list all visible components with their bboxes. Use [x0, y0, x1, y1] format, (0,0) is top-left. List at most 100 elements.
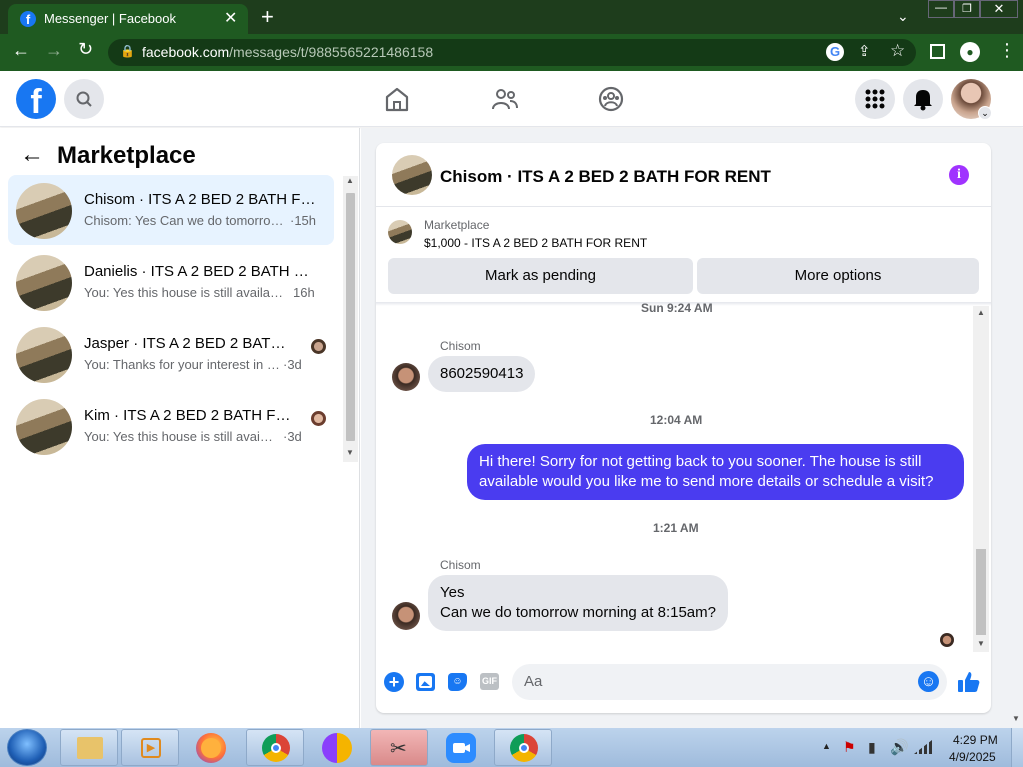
- scroll-up-arrow-icon[interactable]: ▲: [977, 308, 985, 317]
- home-nav-button[interactable]: [380, 83, 414, 115]
- sidebar-scrollbar[interactable]: ▲ ▼: [343, 176, 358, 462]
- taskbar-chrome-1[interactable]: [246, 729, 304, 766]
- taskbar-vpn[interactable]: [322, 733, 352, 763]
- chat-header-title[interactable]: Chisom · ITS A 2 BED 2 BATH FOR RENT: [440, 167, 771, 187]
- windows-taskbar: ▶ ✂ ▲ ⚑ ▮ 🔊 4:29 PM 4/9/2025: [0, 728, 1023, 767]
- conversation-item[interactable]: Danielis · ITS A 2 BED 2 BATH FOR RENT Y…: [8, 247, 334, 317]
- gif-icon[interactable]: GIF: [480, 673, 499, 690]
- friends-icon: [492, 89, 518, 110]
- add-attachment-button[interactable]: +: [384, 672, 404, 692]
- sender-avatar[interactable]: [392, 363, 420, 391]
- browser-tab[interactable]: f Messenger | Facebook ✕: [8, 4, 248, 34]
- taskbar-firefox[interactable]: [196, 733, 226, 763]
- conversation-time: ·15h: [290, 213, 317, 228]
- url-path: /messages/t/9885565221486158: [229, 44, 434, 60]
- power-icon[interactable]: ▮: [868, 739, 876, 756]
- sticker-icon[interactable]: ☺: [448, 673, 467, 691]
- chat-header-thumbnail[interactable]: [392, 155, 432, 195]
- volume-icon[interactable]: 🔊: [890, 738, 909, 756]
- search-button[interactable]: [64, 79, 104, 119]
- taskbar-snipping-tool[interactable]: ✂: [370, 729, 428, 766]
- action-center-flag-icon[interactable]: ⚑: [843, 739, 856, 756]
- sidepanel-icon[interactable]: [930, 44, 945, 59]
- groups-nav-button[interactable]: [594, 83, 628, 115]
- sidebar-back-arrow-icon[interactable]: ←: [20, 141, 44, 169]
- menu-grid-button[interactable]: [855, 79, 895, 119]
- conversation-time: ·3d: [283, 357, 302, 372]
- clock-time[interactable]: 4:29 PM: [953, 733, 998, 747]
- back-arrow-icon[interactable]: ←: [12, 40, 30, 61]
- profile-icon[interactable]: ●: [960, 42, 980, 62]
- facebook-favicon-icon: f: [20, 11, 36, 27]
- conversation-item[interactable]: Jasper · ITS A 2 BED 2 BATH FOR RENT You…: [8, 319, 334, 389]
- chat-scrollbar[interactable]: ▲ ▼: [973, 306, 989, 652]
- close-tab-icon[interactable]: ✕: [224, 8, 237, 28]
- bell-icon: [914, 90, 932, 111]
- scrollbar-thumb[interactable]: [346, 193, 355, 441]
- menu-kebab-icon[interactable]: ⋮: [998, 40, 1016, 61]
- like-thumb-icon[interactable]: [957, 669, 981, 695]
- tab-title: Messenger | Facebook: [44, 11, 176, 26]
- google-icon[interactable]: G: [826, 43, 844, 61]
- emoji-icon[interactable]: ☺: [918, 671, 939, 692]
- conversation-item[interactable]: Kim · ITS A 2 BED 2 BATH FOR RENT You: Y…: [8, 391, 334, 461]
- message-timestamp: Sun 9:24 AM: [641, 301, 713, 315]
- received-message[interactable]: Yes Can we do tomorrow morning at 8:15am…: [428, 575, 728, 631]
- bookmark-star-icon[interactable]: ☆: [890, 41, 905, 61]
- tab-search-chevron-icon[interactable]: ⌄: [897, 8, 909, 25]
- photo-icon[interactable]: [416, 673, 435, 691]
- listing-price-title[interactable]: $1,000 - ITS A 2 BED 2 BATH FOR RENT: [424, 236, 647, 250]
- mark-pending-button[interactable]: Mark as pending: [388, 258, 693, 294]
- home-icon: [385, 87, 409, 112]
- sent-message[interactable]: Hi there! Sorry for not getting back to …: [467, 444, 964, 500]
- new-tab-icon[interactable]: +: [261, 4, 274, 30]
- chrome-icon: [262, 734, 290, 762]
- zoom-camera-lens-icon: [465, 744, 470, 752]
- share-icon[interactable]: ⇪: [858, 42, 871, 60]
- friends-nav-button[interactable]: [488, 83, 522, 115]
- reload-icon[interactable]: ↻: [78, 39, 93, 60]
- page-scroll-down-arrow-icon[interactable]: ▼: [1012, 714, 1020, 723]
- clock-date[interactable]: 4/9/2025: [949, 750, 996, 764]
- scrollbar-thumb[interactable]: [976, 549, 986, 635]
- conversation-title: Jasper · ITS A 2 BED 2 BATH FOR RENT: [84, 335, 296, 352]
- start-button[interactable]: [7, 729, 47, 766]
- taskbar-zoom[interactable]: [446, 733, 476, 763]
- media-player-icon: ▶: [141, 738, 161, 758]
- url-text: facebook.com/messages/t/9885565221486158: [142, 44, 433, 60]
- conversation-time: ·3d: [283, 429, 302, 444]
- scroll-down-arrow-icon[interactable]: ▼: [346, 448, 354, 457]
- conversation-preview: You: Thanks for your interest in this: [84, 357, 280, 372]
- received-message[interactable]: 8602590413: [428, 356, 536, 392]
- notifications-button[interactable]: [903, 79, 943, 119]
- taskbar-media-player[interactable]: ▶: [121, 729, 179, 766]
- show-hidden-icons-icon[interactable]: ▲: [822, 741, 831, 751]
- message-sender-name: Chisom: [440, 339, 481, 353]
- address-bar[interactable]: 🔒 facebook.com/messages/t/98855652214861…: [108, 39, 916, 66]
- scroll-down-arrow-icon[interactable]: ▼: [977, 639, 985, 648]
- window-minimize-button[interactable]: —: [928, 0, 954, 18]
- url-domain: facebook.com: [142, 44, 230, 60]
- sender-avatar[interactable]: [392, 602, 420, 630]
- window-restore-button[interactable]: ❐: [954, 0, 980, 18]
- listing-thumbnail-small[interactable]: [388, 220, 412, 244]
- more-options-button[interactable]: More options: [697, 258, 979, 294]
- search-icon: [76, 91, 92, 107]
- facebook-logo-icon[interactable]: f: [16, 79, 56, 121]
- network-signal-icon[interactable]: [914, 740, 932, 754]
- account-chevron-icon[interactable]: ⌄: [978, 106, 992, 120]
- show-desktop-button[interactable]: [1011, 728, 1023, 767]
- firefox-icon: [201, 738, 221, 758]
- taskbar-explorer[interactable]: [60, 729, 118, 766]
- conversation-time: 16h: [293, 285, 315, 300]
- message-input[interactable]: Aa ☺: [512, 664, 947, 700]
- taskbar-chrome-2[interactable]: [494, 729, 552, 766]
- listing-thumbnail: [16, 183, 72, 239]
- info-button[interactable]: i: [949, 165, 969, 185]
- conversation-item[interactable]: Chisom · ITS A 2 BED 2 BATH FOR RENT Chi…: [8, 175, 334, 245]
- forward-arrow-icon[interactable]: →: [45, 40, 63, 61]
- conversation-title: Chisom · ITS A 2 BED 2 BATH FOR RENT: [84, 191, 319, 208]
- window-close-button[interactable]: ✕: [980, 0, 1018, 18]
- scroll-up-arrow-icon[interactable]: ▲: [346, 176, 354, 185]
- listing-thumbnail: [16, 399, 72, 455]
